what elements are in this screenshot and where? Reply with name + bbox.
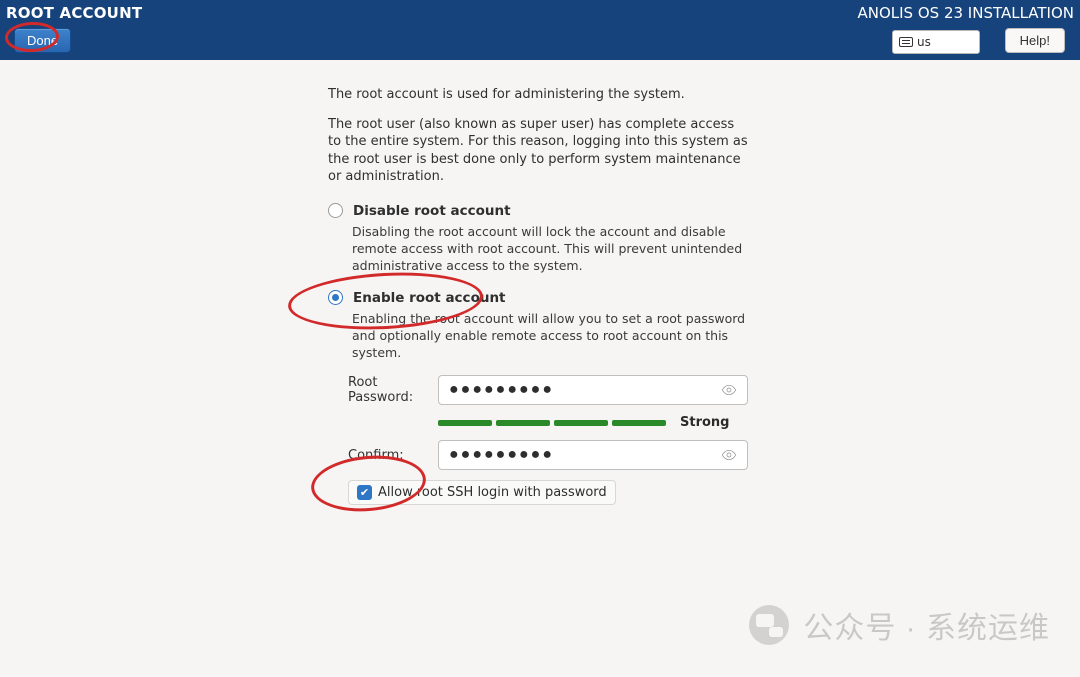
done-button[interactable]: Done — [14, 28, 71, 53]
enable-block: Enable root account — [328, 289, 748, 307]
meter-segment — [554, 420, 608, 426]
radio-disable-desc: Disabling the root account will lock the… — [352, 224, 750, 275]
radio-enable-label: Enable root account — [353, 289, 506, 307]
password-strength-meter — [438, 420, 666, 426]
root-password-row: Root Password: — [348, 375, 748, 405]
root-password-label: Root Password: — [348, 375, 438, 405]
confirm-password-input[interactable] — [438, 440, 748, 470]
allow-root-ssh-label: Allow root SSH login with password — [378, 485, 607, 500]
radio-disable-label: Disable root account — [353, 202, 511, 220]
watermark-text: 公众号 · 系统运维 — [803, 603, 1050, 647]
allow-root-ssh-checkbox[interactable]: ✔ Allow root SSH login with password — [348, 480, 616, 505]
checkbox-checked-icon: ✔ — [357, 485, 372, 500]
radio-enable-root[interactable]: Enable root account — [328, 289, 748, 307]
installer-header: ROOT ACCOUNT Done ANOLIS OS 23 INSTALLAT… — [0, 0, 1080, 60]
meter-segment — [612, 420, 666, 426]
intro-column: The root account is used for administeri… — [328, 86, 748, 361]
show-password-icon[interactable] — [720, 381, 738, 399]
radio-disable-root[interactable]: Disable root account — [328, 202, 748, 220]
keyboard-layout-text: us — [917, 35, 931, 49]
watermark: 公众号 · 系统运维 — [749, 603, 1050, 647]
password-form: Root Password: Strong Confirm: — [348, 375, 748, 505]
intro-line-1: The root account is used for administeri… — [328, 86, 748, 104]
confirm-password-row: Confirm: — [348, 440, 748, 470]
wechat-icon — [749, 605, 789, 645]
radio-icon-selected — [328, 290, 343, 305]
meter-segment — [496, 420, 550, 426]
distro-label: ANOLIS OS 23 INSTALLATION — [857, 4, 1074, 22]
keyboard-layout-indicator[interactable]: us — [892, 30, 980, 54]
password-strength-row: Strong — [438, 415, 748, 430]
radio-icon — [328, 203, 343, 218]
intro-line-2: The root user (also known as super user)… — [328, 116, 748, 186]
password-strength-label: Strong — [680, 415, 729, 430]
keyboard-icon — [899, 37, 913, 47]
root-password-input[interactable] — [438, 375, 748, 405]
page-title: ROOT ACCOUNT — [6, 4, 142, 22]
help-button[interactable]: Help! — [1005, 28, 1065, 53]
show-confirm-icon[interactable] — [720, 446, 738, 464]
confirm-password-label: Confirm: — [348, 448, 438, 463]
content-area: The root account is used for administeri… — [0, 60, 1080, 677]
radio-enable-desc: Enabling the root account will allow you… — [352, 311, 750, 362]
meter-segment — [438, 420, 492, 426]
